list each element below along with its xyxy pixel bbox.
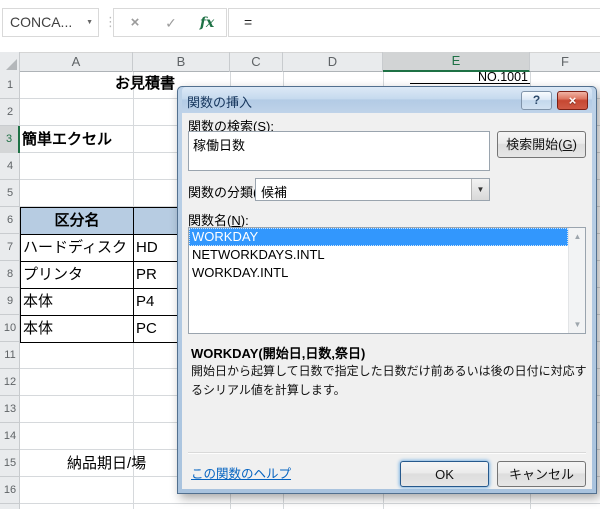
list-scrollbar[interactable]: ▲ ▼ (568, 228, 585, 333)
cell-a10[interactable]: 本体 (20, 315, 134, 343)
dialog-close-button[interactable]: × (557, 91, 588, 110)
row-header-14[interactable]: 14 (0, 423, 20, 450)
formula-bar-drag-handle[interactable]: ⋮ (104, 9, 112, 35)
category-selected-value: 候補 (261, 182, 287, 201)
ok-button[interactable]: OK (400, 461, 489, 487)
close-icon: × (569, 93, 577, 108)
formula-input[interactable]: = (228, 8, 600, 37)
row-header-1[interactable]: 1 (0, 72, 20, 99)
cell-a8[interactable]: プリンタ (20, 261, 134, 289)
function-search-input[interactable]: 稼働日数 (188, 131, 490, 171)
function-list-item[interactable]: WORKDAY.INTL (189, 264, 568, 282)
cell-a6-table-header[interactable]: 区分名 (20, 207, 134, 235)
function-category-select[interactable]: 候補 ▼ (255, 178, 490, 201)
function-signature: WORKDAY(開始日,日数,祭日) (191, 343, 365, 362)
insert-function-icon[interactable]: fx (194, 12, 220, 34)
cell-e1-quote-number[interactable]: NO.1001 (410, 71, 530, 84)
dialog-help-button[interactable]: ? (521, 91, 552, 110)
column-header-c[interactable]: C (230, 52, 283, 72)
search-start-button[interactable]: 検索開始(G) (497, 131, 586, 158)
row-header-11[interactable]: 11 (0, 342, 20, 369)
column-header-a[interactable]: A (20, 52, 133, 72)
formula-buttons-group: × ✓ fx (113, 8, 227, 37)
row-header-5[interactable]: 5 (0, 180, 20, 207)
row-header-17[interactable]: 17 (0, 504, 20, 509)
row-header-15[interactable]: 15 (0, 450, 20, 477)
function-list-item[interactable]: NETWORKDAYS.INTL (189, 246, 568, 264)
row-header-4[interactable]: 4 (0, 153, 20, 180)
help-icon: ? (533, 93, 540, 107)
name-box-value: CONCA... (10, 14, 72, 30)
dialog-body: 関数の検索(S): 稼働日数 検索開始(G) 関数の分類(C): 候補 ▼ 関数… (182, 113, 592, 489)
scroll-up-icon[interactable]: ▲ (569, 228, 586, 245)
row-header-12[interactable]: 12 (0, 369, 20, 396)
insert-function-dialog: 関数の挿入 ? × 関数の検索(S): 稼働日数 検索開始(G) 関数の分類(C… (177, 86, 597, 494)
cancel-button[interactable]: キャンセル (497, 461, 586, 487)
function-description: 開始日から起算して日数で指定した日数だけ前あるいは後の日付に対応するシリアル値を… (191, 362, 587, 400)
function-listbox[interactable]: WORKDAY NETWORKDAYS.INTL WORKDAY.INTL ▲ … (188, 227, 586, 334)
cell-a7[interactable]: ハードディスク (20, 234, 134, 262)
excel-window: CONCA... ▼ ⋮ × ✓ fx = A B C D E F 1 2 3 … (0, 0, 600, 509)
select-all-icon (6, 59, 17, 70)
row-header-10[interactable]: 10 (0, 315, 20, 342)
column-header-e-selected[interactable]: E (383, 52, 530, 72)
dialog-separator (188, 452, 586, 454)
enter-entry-icon[interactable]: ✓ (158, 12, 184, 34)
name-box[interactable]: CONCA... ▼ (2, 8, 99, 37)
column-header-d[interactable]: D (283, 52, 383, 72)
select-all-button[interactable] (0, 52, 20, 72)
row-header-2[interactable]: 2 (0, 99, 20, 126)
function-list-item-selected[interactable]: WORKDAY (189, 228, 568, 246)
dialog-title: 関数の挿入 (187, 92, 252, 111)
dialog-title-bar[interactable]: 関数の挿入 ? × (182, 87, 592, 113)
formula-bar-strip: CONCA... ▼ ⋮ × ✓ fx = (0, 0, 600, 44)
scroll-down-icon[interactable]: ▼ (569, 316, 586, 333)
row-header-9[interactable]: 9 (0, 288, 20, 315)
row-header-7[interactable]: 7 (0, 234, 20, 261)
column-header-f[interactable]: F (530, 52, 600, 72)
row-header-16[interactable]: 16 (0, 477, 20, 504)
row-header-13[interactable]: 13 (0, 396, 20, 423)
chevron-down-icon[interactable]: ▼ (471, 179, 489, 200)
row-header-6[interactable]: 6 (0, 207, 20, 234)
row-header-8[interactable]: 8 (0, 261, 20, 288)
cancel-entry-icon[interactable]: × (122, 12, 148, 34)
cell-a3-company-name[interactable]: 簡単エクセル (22, 126, 152, 153)
cell-a9[interactable]: 本体 (20, 288, 134, 316)
row-header-3-selected[interactable]: 3 (0, 126, 20, 153)
name-box-dropdown-icon[interactable]: ▼ (86, 19, 93, 26)
function-help-link[interactable]: この関数のヘルプ (191, 463, 291, 482)
formula-value: = (244, 14, 252, 30)
column-header-b[interactable]: B (133, 52, 230, 72)
